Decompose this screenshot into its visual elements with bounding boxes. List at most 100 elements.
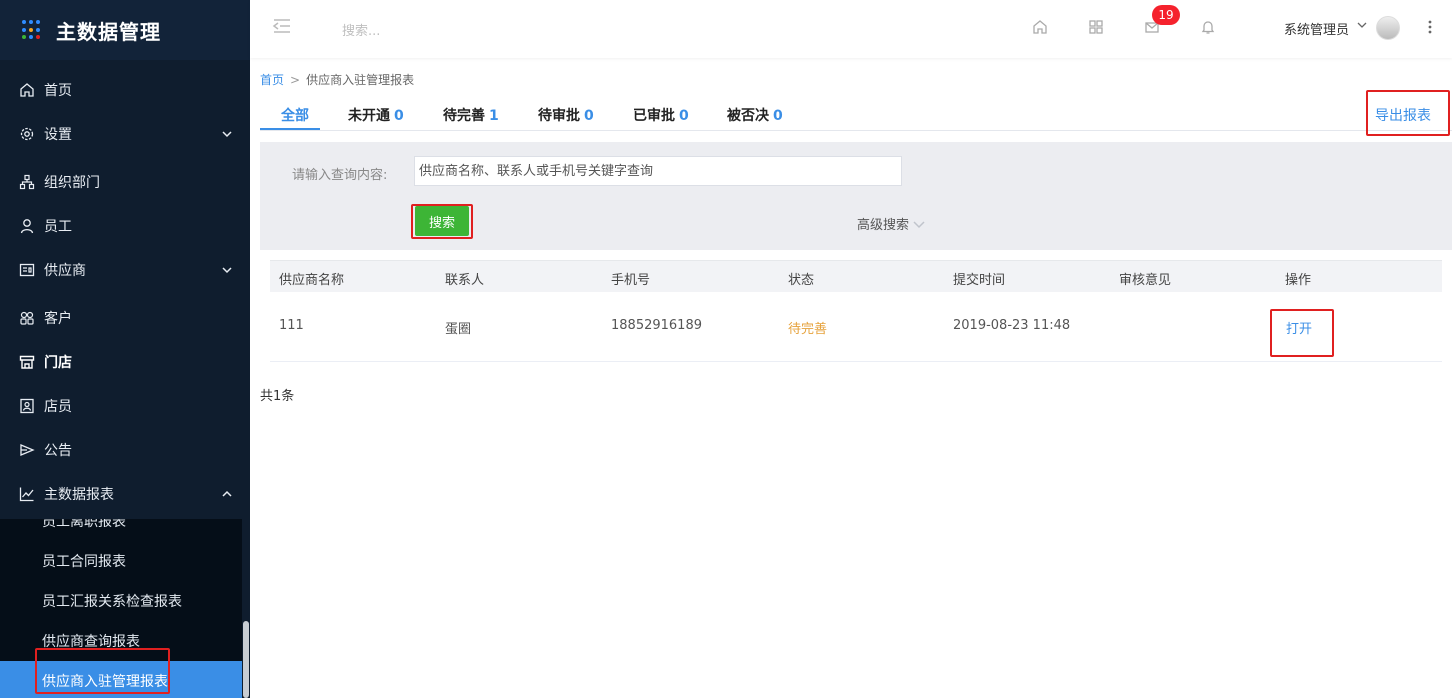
tab-approved[interactable]: 已审批 0 [633,105,689,125]
tab-all[interactable]: 全部 [281,105,309,125]
chevron-down-icon [913,219,925,229]
apps-icon[interactable] [1087,18,1105,36]
more-vertical-icon[interactable] [1427,18,1433,40]
sidebar-item-master-reports[interactable]: 主数据报表 [0,472,250,516]
sidebar-item-label: 门店 [44,355,72,371]
submenu-item-active[interactable]: 供应商入驻管理报表 [0,661,242,698]
sidebar-item-label: 店员 [44,399,72,415]
chevron-down-icon[interactable] [1357,19,1367,34]
sidebar-item-announcement[interactable]: 公告 [0,428,250,472]
phone-cell: 18852916189 [611,318,702,333]
submenu-item[interactable]: 员工汇报关系检查报表 [0,581,242,621]
submenu-item[interactable]: 供应商查询报表 [0,621,242,661]
tab-count: 0 [679,108,689,124]
tab-not-activated[interactable]: 未开通 0 [348,105,404,125]
announcement-icon [18,441,36,459]
home-icon[interactable] [1031,18,1049,36]
sidebar-item-label: 设置 [44,127,72,143]
sidebar: 主数据管理 首页 设置 组织部门 员工 供应商 客户 门店 店员 公告 主数据报… [0,0,250,698]
status-badge: 待完善 [788,322,828,337]
tab-count: 0 [584,108,594,124]
supplier-table: 供应商名称 联系人 手机号 状态 提交时间 审核意见 操作 111 蛋圈 188… [270,260,1442,362]
table-row: 111 蛋圈 18852916189 待完善 2019-08-23 11:48 … [270,292,1442,362]
advanced-search-toggle[interactable]: 高级搜索 [857,214,925,233]
column-header: 审核意见 [1119,273,1172,288]
bell-icon[interactable] [1199,18,1217,36]
sidebar-scrollbar[interactable] [242,519,250,698]
sidebar-item-customer[interactable]: 客户 [0,296,250,340]
sidebar-item-employee[interactable]: 员工 [0,204,250,248]
tab-label: 待完善 [443,108,485,124]
clerk-icon [18,397,36,415]
column-header: 供应商名称 [279,273,345,288]
tab-label: 待审批 [538,108,580,124]
app-logo[interactable]: 主数据管理 [0,0,250,60]
tab-rejected[interactable]: 被否决 0 [727,105,783,125]
sidebar-item-supplier[interactable]: 供应商 [0,248,250,292]
query-label: 请输入查询内容: [292,168,388,183]
sidebar-item-store[interactable]: 门店 [0,340,250,384]
home-icon [18,81,36,99]
sidebar-item-home[interactable]: 首页 [0,68,250,112]
org-icon [18,173,36,191]
scrollbar-thumb[interactable] [243,621,249,698]
tab-count: 1 [489,108,499,124]
tab-pending-approval[interactable]: 待审批 0 [538,105,594,125]
column-header: 提交时间 [953,273,1006,288]
breadcrumb-separator: > [290,73,301,87]
breadcrumb-current: 供应商入驻管理报表 [306,73,415,87]
top-bar: 搜索... 19 系统管理员 [250,0,1452,58]
active-tab-indicator [260,128,320,130]
filter-panel: 请输入查询内容: 搜索 高级搜索 [260,142,1452,250]
chevron-down-icon [222,263,232,279]
sidebar-item-label: 客户 [44,311,72,327]
notification-badge: 19 [1152,5,1180,25]
tab-count: 0 [394,108,404,124]
export-report-link[interactable]: 导出报表 [1375,105,1431,125]
tab-label: 已审批 [633,108,675,124]
tab-label: 全部 [281,108,309,124]
column-header: 联系人 [445,273,485,288]
breadcrumb-home[interactable]: 首页 [260,73,284,87]
apps-grid-icon [22,20,42,40]
sidebar-item-settings[interactable]: 设置 [0,112,250,156]
column-header: 手机号 [611,273,651,288]
contact-cell: 蛋圈 [445,322,472,337]
avatar[interactable] [1376,16,1400,40]
user-icon [18,217,36,235]
search-button[interactable]: 搜索 [415,206,469,236]
store-icon [18,353,36,371]
sidebar-item-label: 组织部门 [44,175,100,191]
submenu-item[interactable]: 员工合同报表 [0,541,242,581]
chevron-down-icon [222,127,232,143]
tab-label: 未开通 [348,108,390,124]
sidebar-item-org[interactable]: 组织部门 [0,160,250,204]
sidebar-item-label: 公告 [44,443,72,459]
sidebar-item-label: 供应商 [44,263,86,279]
chart-icon [18,485,36,503]
sidebar-item-label: 首页 [44,83,72,99]
query-input[interactable] [414,156,902,186]
gear-icon [18,125,36,143]
menu-collapse-icon[interactable] [272,18,292,38]
breadcrumb: 首页 > 供应商入驻管理报表 [260,71,414,88]
sidebar-item-label: 员工 [44,219,72,235]
column-header: 状态 [788,273,815,288]
submitted-time-cell: 2019-08-23 11:48 [953,318,1071,333]
tab-to-complete[interactable]: 待完善 1 [443,105,499,125]
sidebar-nav: 首页 设置 组织部门 员工 供应商 客户 门店 店员 公告 主数据报表 [0,68,250,516]
sidebar-item-label: 主数据报表 [44,487,114,503]
global-search-input[interactable]: 搜索... [342,20,380,39]
table-header: 供应商名称 联系人 手机号 状态 提交时间 审核意见 操作 [270,260,1442,292]
app-title: 主数据管理 [56,19,161,44]
open-link[interactable]: 打开 [1286,318,1312,337]
supplier-name-cell: 111 [279,318,304,333]
advanced-search-label: 高级搜索 [857,218,910,233]
column-header: 操作 [1285,273,1312,288]
sidebar-item-clerk[interactable]: 店员 [0,384,250,428]
submenu-item[interactable]: 员工离职报表 [0,519,242,541]
total-count: 共1条 [260,389,295,404]
tab-count: 0 [773,108,783,124]
status-tabs: 全部 未开通 0 待完善 1 待审批 0 已审批 0 被否决 0 [260,100,1452,131]
user-name[interactable]: 系统管理员 [1284,19,1349,38]
